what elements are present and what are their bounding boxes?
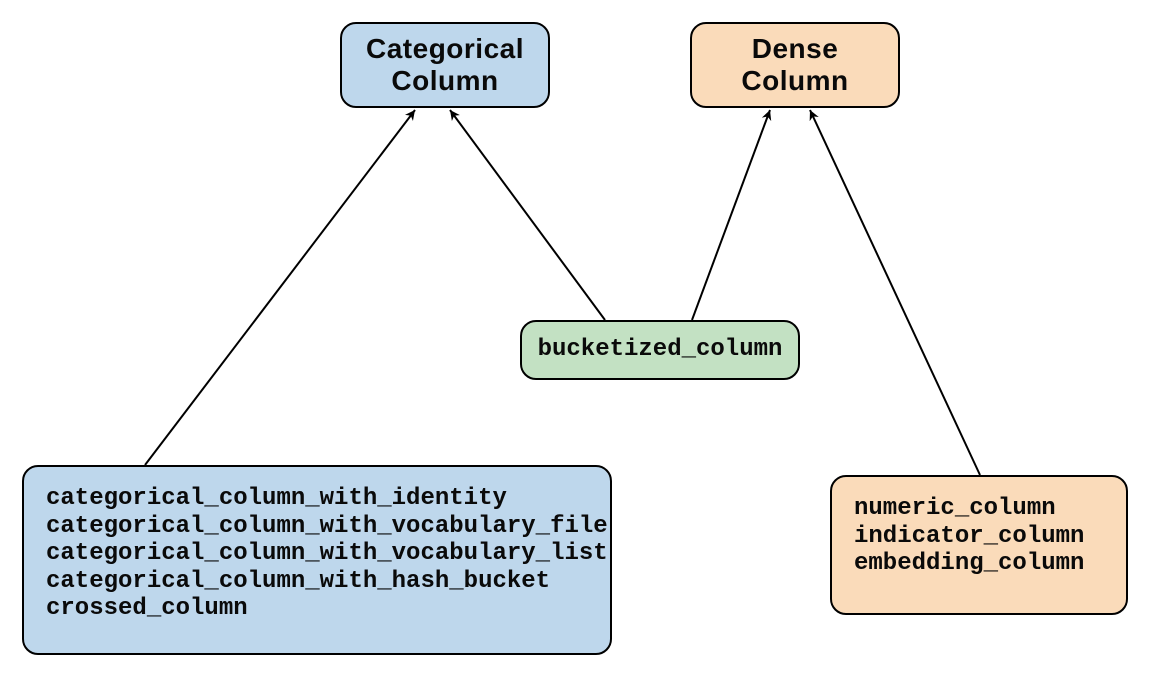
dense-title-line1: Dense <box>752 33 839 64</box>
edge-bucketized-to-dense <box>692 110 770 320</box>
node-dense-list: numeric_columnindicator_columnembedding_… <box>830 475 1128 615</box>
node-categorical-list: categorical_column_with_identitycategori… <box>22 465 612 655</box>
dense-list-item: embedding_column <box>854 550 1084 578</box>
node-dense-column: Dense Column <box>690 22 900 108</box>
diagram-canvas: Categorical Column Dense Column bucketiz… <box>0 0 1172 678</box>
categorical-list-item: crossed_column <box>46 595 248 623</box>
categorical-list-item: categorical_column_with_vocabulary_list <box>46 540 608 568</box>
node-bucketized-column: bucketized_column <box>520 320 800 380</box>
bucketized-label: bucketized_column <box>538 336 783 364</box>
categorical-list-item: categorical_column_with_identity <box>46 485 507 513</box>
edge-dense-list-to-dense <box>810 110 980 475</box>
dense-title-line2: Column <box>741 65 848 96</box>
categorical-list-item: categorical_column_with_vocabulary_file <box>46 513 608 541</box>
node-categorical-column: Categorical Column <box>340 22 550 108</box>
categorical-title-line2: Column <box>391 65 498 96</box>
categorical-list-item: categorical_column_with_hash_bucket <box>46 568 550 596</box>
categorical-title-line1: Categorical <box>366 33 524 64</box>
dense-list-item: indicator_column <box>854 523 1084 551</box>
edge-categorical-list-to-categorical <box>145 110 415 465</box>
dense-list-item: numeric_column <box>854 495 1056 523</box>
edge-bucketized-to-categorical <box>450 110 605 320</box>
